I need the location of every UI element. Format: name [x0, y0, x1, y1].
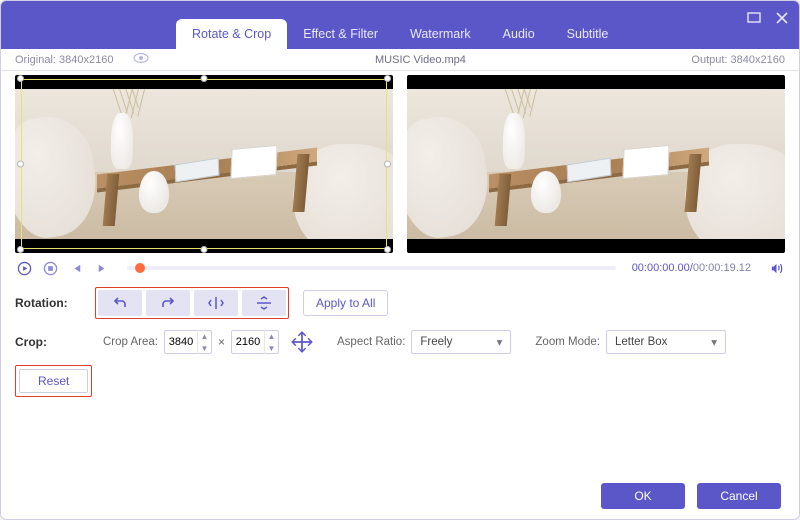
tab-audio[interactable]: Audio: [487, 19, 551, 49]
crop-width-input[interactable]: 3840 ▲ ▼: [164, 330, 212, 354]
chevron-down-icon: ▾: [711, 335, 717, 349]
aspect-ratio-value: Freely: [420, 336, 452, 348]
tab-effect-filter[interactable]: Effect & Filter: [287, 19, 394, 49]
original-resolution: Original: 3840x2160: [15, 54, 113, 66]
crop-handle-e[interactable]: [384, 161, 391, 168]
next-frame-button[interactable]: [93, 259, 111, 277]
apply-to-all-button[interactable]: Apply to All: [303, 290, 388, 316]
crop-label: Crop:: [15, 335, 95, 349]
preview-row: [1, 71, 799, 253]
crop-width-down[interactable]: ▼: [198, 342, 211, 354]
output-resolution: Output: 3840x2160: [691, 54, 785, 66]
tab-watermark[interactable]: Watermark: [394, 19, 487, 49]
crop-height-value: 2160: [232, 336, 264, 348]
footer: OK Cancel: [1, 473, 799, 519]
zoom-mode-label: Zoom Mode:: [535, 336, 600, 348]
flip-vertical-button[interactable]: [242, 290, 286, 316]
crop-width-value: 3840: [165, 336, 197, 348]
rotation-row: Rotation: Apply to All: [15, 287, 785, 319]
center-crop-button[interactable]: [291, 331, 313, 353]
tab-rotate-crop[interactable]: Rotate & Crop: [176, 19, 287, 49]
rotation-label: Rotation:: [15, 296, 95, 310]
seek-track[interactable]: [127, 266, 616, 270]
preview-toggle-icon[interactable]: [133, 52, 149, 67]
titlebar: Rotate & Crop Effect & Filter Watermark …: [1, 1, 799, 49]
crop-dim-separator: ×: [218, 335, 225, 349]
crop-handle-s[interactable]: [201, 246, 208, 253]
tab-strip: Rotate & Crop Effect & Filter Watermark …: [176, 1, 624, 49]
crop-height-down[interactable]: ▼: [265, 342, 278, 354]
stop-button[interactable]: [41, 259, 59, 277]
seek-playhead[interactable]: [135, 263, 145, 273]
duration-time: 00:00:19.12: [693, 262, 751, 274]
prev-frame-button[interactable]: [67, 259, 85, 277]
cancel-button[interactable]: Cancel: [697, 483, 781, 509]
rotate-left-button[interactable]: [98, 290, 142, 316]
play-button[interactable]: [15, 259, 33, 277]
source-preview[interactable]: [15, 75, 393, 253]
window-controls: [745, 9, 791, 27]
close-button[interactable]: [773, 9, 791, 27]
rotation-button-group: [95, 287, 289, 319]
crop-width-spinner: ▲ ▼: [197, 330, 211, 354]
ok-button[interactable]: OK: [601, 483, 685, 509]
controls-area: Rotation: Apply to All Crop: Crop Area:: [1, 279, 799, 473]
crop-width-up[interactable]: ▲: [198, 330, 211, 342]
reset-row: Reset: [15, 365, 785, 397]
reset-highlight: Reset: [15, 365, 92, 397]
output-preview: [407, 75, 785, 253]
time-display: 00:00:00.00/00:00:19.12: [632, 262, 751, 274]
playback-bar: 00:00:00.00/00:00:19.12: [1, 253, 799, 279]
crop-handle-nw[interactable]: [17, 75, 24, 82]
crop-height-up[interactable]: ▲: [265, 330, 278, 342]
info-strip: Original: 3840x2160 MUSIC Video.mp4 Outp…: [1, 49, 799, 71]
flip-horizontal-button[interactable]: [194, 290, 238, 316]
crop-row: Crop: Crop Area: 3840 ▲ ▼ × 2160 ▲ ▼ A: [15, 327, 785, 357]
tab-subtitle[interactable]: Subtitle: [551, 19, 625, 49]
filename-label: MUSIC Video.mp4: [149, 54, 691, 66]
zoom-mode-select[interactable]: Letter Box ▾: [606, 330, 726, 354]
crop-area-label: Crop Area:: [103, 336, 158, 348]
crop-height-spinner: ▲ ▼: [264, 330, 278, 354]
crop-handle-se[interactable]: [384, 246, 391, 253]
editor-window: Rotate & Crop Effect & Filter Watermark …: [0, 0, 800, 520]
crop-rectangle[interactable]: [21, 79, 387, 249]
crop-handle-ne[interactable]: [384, 75, 391, 82]
zoom-mode-value: Letter Box: [615, 336, 667, 348]
rotate-right-button[interactable]: [146, 290, 190, 316]
crop-handle-sw[interactable]: [17, 246, 24, 253]
chevron-down-icon: ▾: [497, 335, 503, 349]
current-time: 00:00:00.00: [632, 262, 690, 274]
crop-handle-n[interactable]: [201, 75, 208, 82]
minimize-button[interactable]: [745, 9, 763, 27]
reset-button[interactable]: Reset: [19, 369, 88, 393]
aspect-ratio-label: Aspect Ratio:: [337, 336, 405, 348]
crop-handle-w[interactable]: [17, 161, 24, 168]
volume-icon[interactable]: [767, 259, 785, 277]
aspect-ratio-select[interactable]: Freely ▾: [411, 330, 511, 354]
crop-height-input[interactable]: 2160 ▲ ▼: [231, 330, 279, 354]
